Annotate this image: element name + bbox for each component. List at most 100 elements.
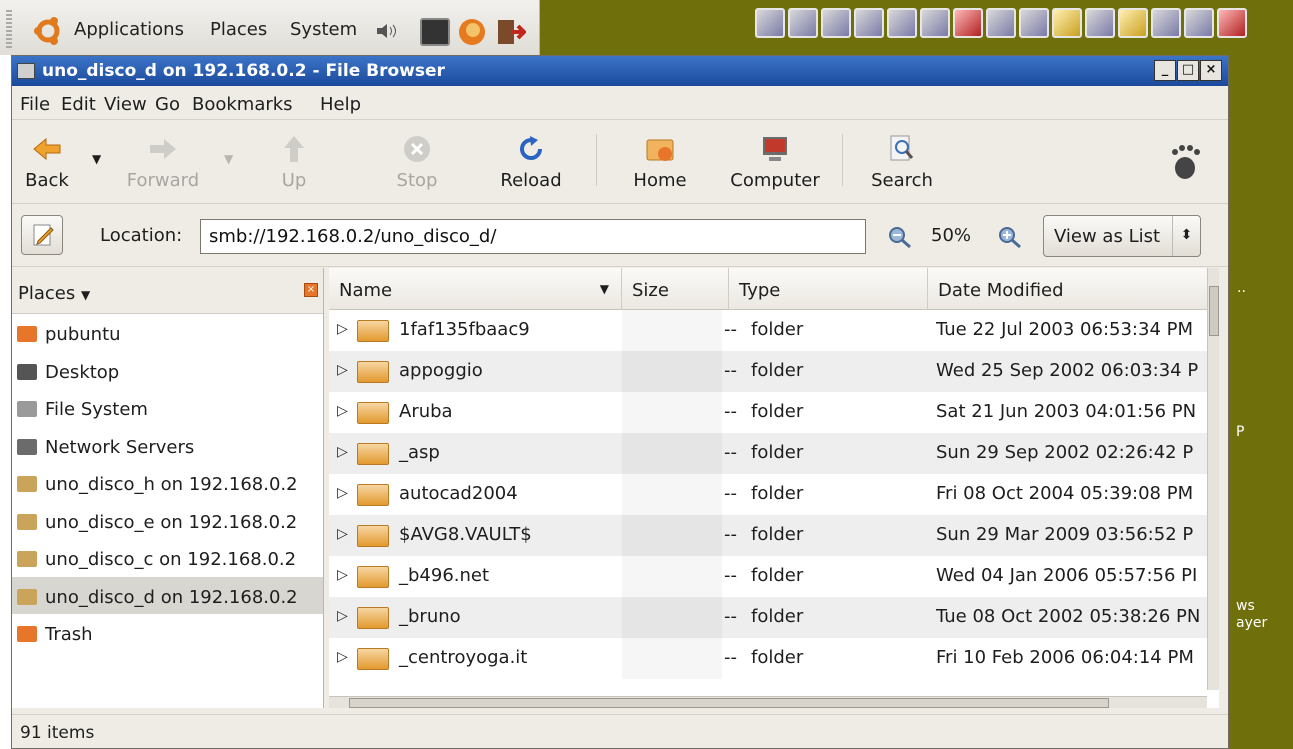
expander-triangle-icon[interactable]: ▷ bbox=[337, 567, 348, 583]
launcher-icon[interactable] bbox=[953, 8, 983, 38]
size-column-shade bbox=[622, 392, 722, 433]
scrollbar-thumb[interactable] bbox=[1209, 286, 1219, 336]
window-titlebar[interactable]: uno_disco_d on 192.168.0.2 - File Browse… bbox=[12, 56, 1228, 86]
forward-history-dropdown[interactable]: ▼ bbox=[224, 152, 233, 166]
save-icon[interactable] bbox=[1217, 8, 1247, 38]
launcher-icon[interactable] bbox=[1184, 8, 1214, 38]
column-header-type[interactable]: Type bbox=[729, 268, 928, 310]
launcher-icon[interactable] bbox=[1118, 8, 1148, 38]
minimize-button[interactable]: _ bbox=[1154, 60, 1176, 81]
back-history-dropdown[interactable]: ▼ bbox=[92, 152, 101, 166]
firefox-icon[interactable] bbox=[456, 16, 488, 48]
item-count: 91 items bbox=[20, 723, 95, 743]
expander-triangle-icon[interactable]: ▷ bbox=[337, 608, 348, 624]
reload-button[interactable]: Reload bbox=[499, 126, 563, 191]
launcher-icon[interactable] bbox=[1151, 8, 1181, 38]
places-list: pubuntu Desktop File System Network Servers… bbox=[12, 314, 323, 708]
close-button[interactable]: × bbox=[1200, 60, 1222, 81]
panel-drag-handle[interactable] bbox=[6, 10, 12, 48]
sidebar-header[interactable]: Places ▼ × bbox=[12, 268, 323, 314]
table-row[interactable]: ▷ autocad2004 -- folder Fri 08 Oct 2004 05:3… bbox=[329, 474, 1207, 515]
table-row[interactable]: ▷ _asp -- folder Sun 29 Sep 2002 02:26:42 P bbox=[329, 433, 1207, 474]
table-row[interactable]: ▷ Aruba -- folder Sat 21 Jun 2003 04:01:56 P… bbox=[329, 392, 1207, 433]
file-type: folder bbox=[751, 319, 804, 340]
location-label: Location: bbox=[100, 225, 183, 246]
column-header-date[interactable]: Date Modified bbox=[928, 268, 1207, 310]
sidebar-item[interactable]: uno_disco_e on 192.168.0.2 bbox=[12, 502, 323, 540]
expander-triangle-icon[interactable]: ▷ bbox=[337, 485, 348, 501]
sidebar-item[interactable]: uno_disco_h on 192.168.0.2 bbox=[12, 464, 323, 502]
volume-icon[interactable] bbox=[377, 24, 399, 38]
computer-button[interactable]: Computer bbox=[725, 126, 825, 191]
launcher-icon[interactable] bbox=[920, 8, 950, 38]
view-mode-select[interactable]: View as List ⬍ bbox=[1043, 215, 1201, 257]
table-row[interactable]: ▷ _centroyoga.it -- folder Fri 10 Feb 2006 0… bbox=[329, 638, 1207, 679]
sidebar-item[interactable]: Network Servers bbox=[12, 427, 323, 465]
zoom-out-icon[interactable] bbox=[887, 225, 913, 249]
logout-icon[interactable] bbox=[494, 16, 526, 48]
sidebar-item[interactable]: File System bbox=[12, 389, 323, 427]
window-app-icon[interactable] bbox=[17, 63, 35, 79]
menu-bookmarks[interactable]: Bookmarks bbox=[192, 94, 293, 115]
zoom-level[interactable]: 50% bbox=[931, 225, 971, 246]
home-button[interactable]: Home bbox=[630, 126, 690, 191]
size-column-shade bbox=[622, 310, 722, 351]
menu-go[interactable]: Go bbox=[155, 94, 180, 115]
menu-applications[interactable]: Applications bbox=[74, 19, 184, 40]
table-row[interactable]: ▷ appoggio -- folder Wed 25 Sep 2002 06:03:3… bbox=[329, 351, 1207, 392]
launcher-icon[interactable] bbox=[788, 8, 818, 38]
top-panel: Applications Places System bbox=[0, 0, 540, 55]
up-button[interactable]: Up bbox=[274, 126, 314, 191]
close-sidebar-icon[interactable]: × bbox=[304, 283, 318, 297]
launcher-icon[interactable] bbox=[986, 8, 1016, 38]
launcher-icon[interactable] bbox=[887, 8, 917, 38]
desktop-icon-label: ayer bbox=[1236, 615, 1268, 631]
column-header-size[interactable]: Size bbox=[622, 268, 729, 310]
launcher-icon[interactable] bbox=[1052, 8, 1082, 38]
sidebar-item[interactable]: uno_disco_d on 192.168.0.2 bbox=[12, 576, 323, 614]
forward-button[interactable]: Forward bbox=[124, 126, 202, 191]
file-size: -- bbox=[724, 442, 737, 463]
expander-triangle-icon[interactable]: ▷ bbox=[337, 362, 348, 378]
maximize-button[interactable]: □ bbox=[1177, 60, 1199, 81]
launcher-icon[interactable] bbox=[755, 8, 785, 38]
expander-triangle-icon[interactable]: ▷ bbox=[337, 403, 348, 419]
horizontal-scrollbar[interactable] bbox=[329, 696, 1207, 708]
desktop-icon-label: P bbox=[1236, 424, 1245, 440]
launcher-icon[interactable] bbox=[1019, 8, 1049, 38]
expander-triangle-icon[interactable]: ▷ bbox=[337, 321, 348, 337]
menu-help[interactable]: Help bbox=[320, 94, 361, 115]
zoom-in-icon[interactable] bbox=[997, 225, 1023, 249]
menu-places[interactable]: Places bbox=[210, 19, 267, 40]
expander-triangle-icon[interactable]: ▷ bbox=[337, 526, 348, 542]
expander-triangle-icon[interactable]: ▷ bbox=[337, 649, 348, 665]
folder-icon bbox=[357, 525, 389, 547]
menu-view[interactable]: View bbox=[104, 94, 147, 115]
column-header-name[interactable]: Name ▼ bbox=[329, 268, 622, 310]
sidebar-item[interactable]: Desktop bbox=[12, 352, 323, 390]
menu-system[interactable]: System bbox=[290, 19, 357, 40]
table-row[interactable]: ▷ 1faf135fbaac9 -- folder Tue 22 Jul 2003 06… bbox=[329, 310, 1207, 351]
sidebar-item[interactable]: Trash bbox=[12, 614, 323, 652]
scrollbar-thumb[interactable] bbox=[349, 698, 1109, 708]
menu-file[interactable]: File bbox=[20, 94, 50, 115]
toggle-location-button[interactable] bbox=[21, 215, 63, 255]
ubuntu-logo-icon[interactable] bbox=[32, 16, 64, 46]
launcher-icon[interactable] bbox=[1085, 8, 1115, 38]
sidebar-item[interactable]: uno_disco_c on 192.168.0.2 bbox=[12, 539, 323, 577]
expander-triangle-icon[interactable]: ▷ bbox=[337, 444, 348, 460]
vertical-scrollbar[interactable] bbox=[1207, 268, 1219, 690]
gnome-foot-icon bbox=[1172, 145, 1200, 179]
spreadsheet-icon[interactable] bbox=[854, 8, 884, 38]
sidebar-item[interactable]: pubuntu bbox=[12, 314, 323, 352]
back-button[interactable]: Back bbox=[22, 126, 72, 191]
word-processor-icon[interactable] bbox=[821, 8, 851, 38]
location-input[interactable]: smb://192.168.0.2/uno_disco_d/ bbox=[200, 219, 866, 254]
terminal-icon[interactable] bbox=[420, 18, 450, 46]
menu-edit[interactable]: Edit bbox=[61, 94, 96, 115]
table-row[interactable]: ▷ _bruno -- folder Tue 08 Oct 2002 05:38:26 … bbox=[329, 597, 1207, 638]
stop-button[interactable]: Stop bbox=[392, 126, 442, 191]
search-button[interactable]: Search bbox=[867, 126, 937, 191]
table-row[interactable]: ▷ _b496.net -- folder Wed 04 Jan 2006 05:57:… bbox=[329, 556, 1207, 597]
table-row[interactable]: ▷ $AVG8.VAULT$ -- folder Sun 29 Mar 2009 03:… bbox=[329, 515, 1207, 556]
